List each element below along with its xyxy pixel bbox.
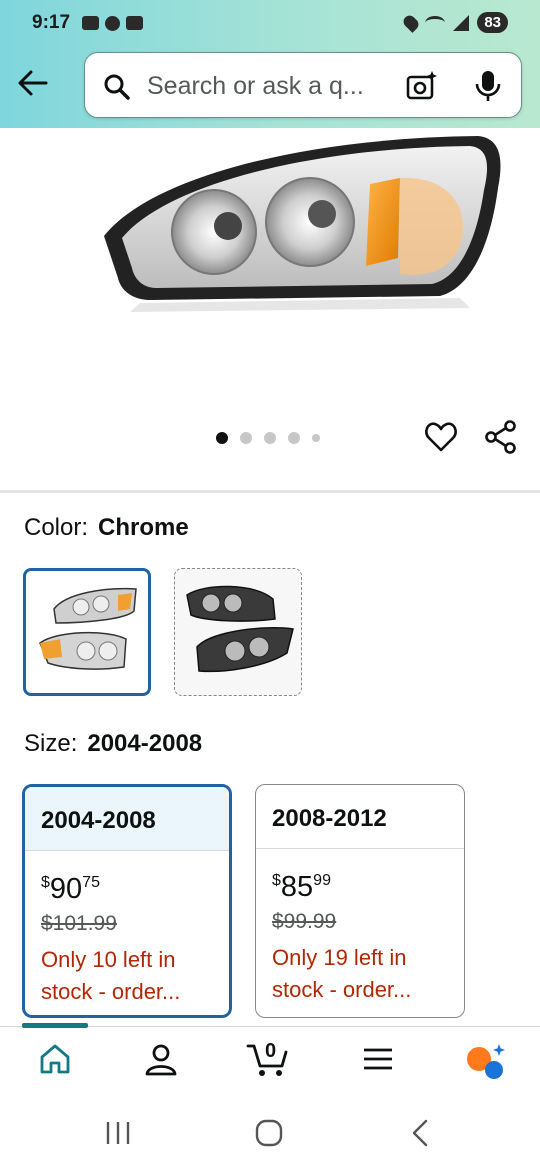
location-icon: [401, 12, 422, 33]
chrome-icon: [105, 16, 120, 31]
signal-icon: [453, 14, 470, 31]
system-status: 83: [401, 12, 508, 33]
size-option-card[interactable]: 2008-2012 $8599 $99.99 Only 19 left in s…: [255, 784, 465, 1018]
black-headlights-thumbnail: [186, 585, 294, 673]
size-option-was-price: $99.99: [272, 910, 337, 933]
pager-dot[interactable]: [264, 432, 276, 444]
size-option-stock: Only 10 left in stock - order...: [41, 947, 181, 1004]
share-icon[interactable]: [484, 420, 518, 454]
size-option-card[interactable]: 2004-2008 $9075 $101.99 Only 10 left in …: [22, 784, 232, 1018]
price-cents: 99: [313, 872, 331, 889]
arrow-left-icon: [18, 70, 48, 96]
back-nav-icon[interactable]: [408, 1118, 432, 1148]
system-nav-bar: [0, 1098, 540, 1170]
size-option-price: $8599: [256, 849, 464, 904]
pager-dot[interactable]: [240, 432, 252, 444]
wifi-icon: [425, 15, 446, 30]
color-swatch-chrome[interactable]: [23, 568, 151, 696]
size-selection: Size: 2004-2008: [24, 730, 202, 758]
cart-count: 0: [265, 1040, 277, 1062]
color-value: Chrome: [98, 514, 189, 541]
account-icon[interactable]: [144, 1042, 178, 1076]
microphone-icon[interactable]: [473, 69, 503, 103]
notification-icons: [82, 16, 143, 31]
color-label: Color:: [24, 514, 89, 541]
image-pager[interactable]: [216, 432, 320, 444]
size-label: Size:: [24, 730, 78, 757]
status-bar: 9:17 83: [0, 10, 540, 38]
search-icon: [104, 74, 130, 100]
price-symbol: $: [272, 872, 281, 889]
search-placeholder[interactable]: Search or ask a q...: [147, 72, 379, 101]
size-option-title: 2004-2008: [25, 787, 229, 851]
headlight-image: [104, 136, 501, 312]
rufus-assistant-icon[interactable]: [466, 1042, 506, 1080]
product-image[interactable]: [0, 128, 540, 408]
price-whole: 85: [280, 871, 314, 903]
size-option-price: $9075: [25, 851, 229, 906]
pager-dot[interactable]: [312, 434, 320, 442]
home-button-icon[interactable]: [254, 1118, 284, 1148]
price-whole: 90: [49, 873, 83, 905]
youtube-icon: [126, 16, 143, 30]
status-time: 9:17: [32, 12, 71, 33]
price-cents: 75: [82, 874, 100, 891]
back-button[interactable]: [16, 66, 50, 100]
size-option-stock: Only 19 left in stock - order...: [272, 945, 412, 1002]
pager-dot[interactable]: [288, 432, 300, 444]
color-selection: Color: Chrome: [24, 514, 189, 542]
color-swatch-black[interactable]: [174, 568, 302, 696]
chrome-headlights-thumbnail: [39, 587, 137, 670]
pager-dot-active[interactable]: [216, 432, 228, 444]
battery-indicator: 83: [477, 12, 508, 33]
size-option-title: 2008-2012: [256, 785, 464, 849]
camera-search-icon[interactable]: [405, 69, 439, 103]
home-icon[interactable]: [38, 1042, 72, 1076]
mail-icon: [82, 16, 99, 30]
section-divider: [0, 490, 540, 493]
size-option-was-price: $101.99: [41, 912, 117, 935]
active-tab-indicator: [22, 1023, 88, 1028]
price-symbol: $: [41, 874, 50, 891]
search-bar[interactable]: Search or ask a q...: [84, 52, 522, 118]
recent-apps-icon[interactable]: [104, 1120, 132, 1146]
size-value: 2004-2008: [87, 730, 203, 757]
heart-icon[interactable]: [424, 420, 458, 454]
menu-icon[interactable]: [362, 1042, 394, 1076]
